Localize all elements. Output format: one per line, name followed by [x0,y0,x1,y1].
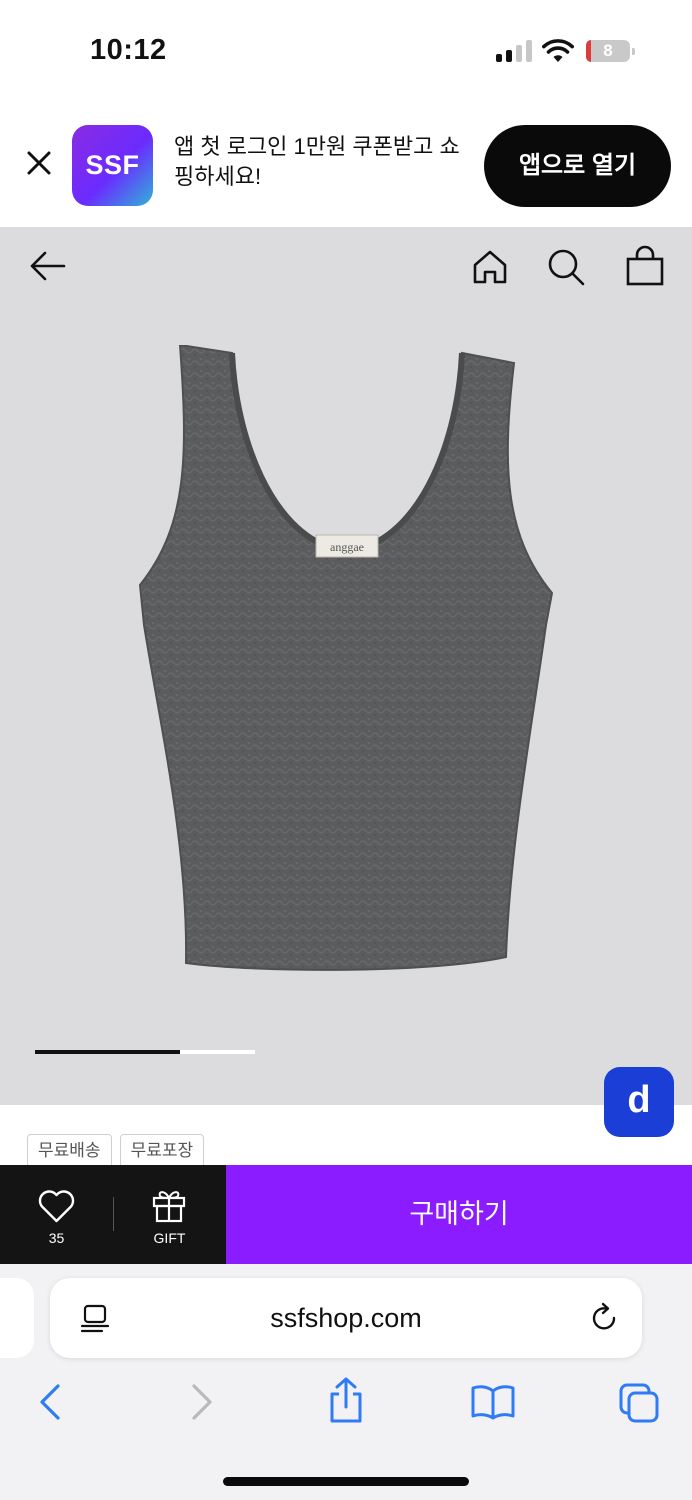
ssf-app-logo: SSF [72,125,153,206]
gift-icon [152,1191,186,1223]
open-app-button[interactable]: 앱으로 열기 [484,125,671,207]
slide-progress [35,1050,181,1054]
address-bar[interactable]: ssfshop.com [50,1278,642,1358]
previous-tab-card[interactable] [0,1278,34,1358]
product-photo-knit-tank-top: anggae [138,345,554,971]
product-image-gallery[interactable]: anggae d [0,227,692,1137]
floating-d-button[interactable]: d [604,1067,674,1137]
buy-now-button[interactable]: 구매하기 [226,1165,692,1264]
product-brand-label: anggae [330,540,364,554]
back-icon[interactable] [36,1382,66,1422]
share-icon[interactable] [326,1376,366,1424]
back-arrow-icon[interactable] [28,249,68,283]
status-bar: 10:12 8 [0,0,692,100]
close-icon[interactable] [24,148,54,178]
purchase-bar: 35 GIFT 구매하기 [0,1165,692,1264]
gift-label: GIFT [153,1230,186,1246]
image-slide-indicator [35,1050,255,1054]
search-icon[interactable] [546,247,586,287]
forward-icon[interactable] [186,1382,216,1422]
wifi-icon [542,39,574,62]
reload-icon[interactable] [590,1302,620,1334]
product-tags: 무료배송 무료포장 [27,1134,205,1168]
battery-level: 8 [603,41,613,60]
bookmarks-icon[interactable] [470,1384,516,1420]
banner-message: 앱 첫 로그인 1만원 쿠폰받고 쇼핑하세요! [174,134,460,189]
like-count: 35 [48,1230,65,1246]
app-install-banner: SSF 앱 첫 로그인 1만원 쿠폰받고 쇼핑하세요! 앱으로 열기 [0,100,692,227]
battery-cap [632,48,635,55]
tag-free-wrapping: 무료포장 [119,1134,205,1168]
shopping-bag-icon[interactable] [624,245,666,287]
home-icon[interactable] [470,247,510,287]
like-button[interactable]: 35 [0,1165,113,1264]
tag-free-shipping: 무료배송 [27,1134,112,1168]
browser-toolbar: ssfshop.com [0,1264,692,1500]
url-text: ssfshop.com [270,1303,422,1333]
heart-icon [38,1190,75,1223]
gift-button[interactable]: GIFT [113,1165,226,1264]
battery-icon: 8 [586,40,630,62]
purchase-bar-left: 35 GIFT [0,1165,226,1264]
cellular-signal-icon [496,40,532,62]
home-indicator[interactable] [223,1477,469,1486]
status-time: 10:12 [90,34,167,66]
tabs-icon[interactable] [618,1382,660,1424]
